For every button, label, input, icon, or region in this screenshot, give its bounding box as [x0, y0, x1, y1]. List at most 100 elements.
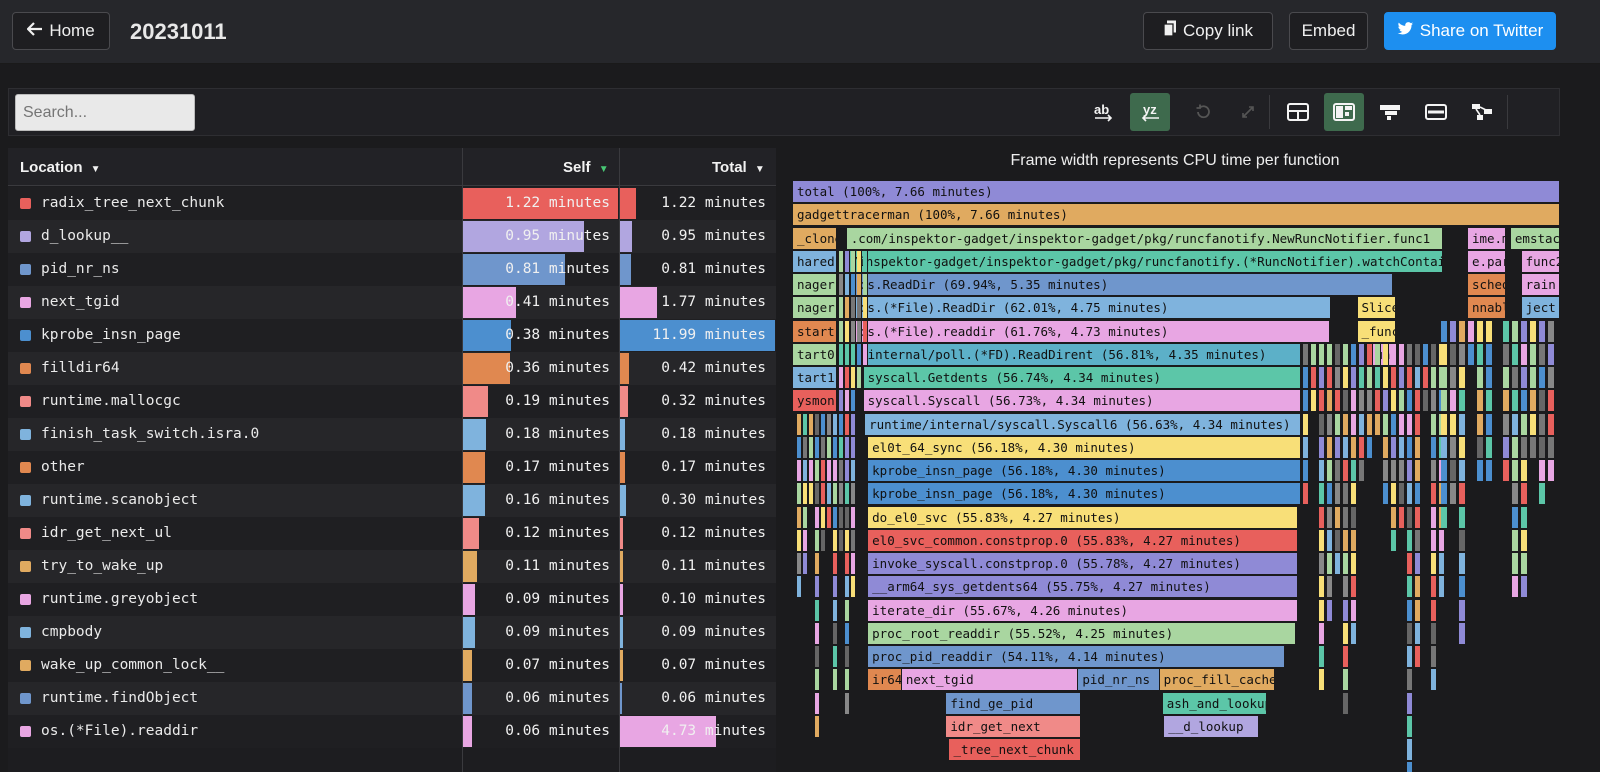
flame-frame-small[interactable] — [803, 506, 808, 529]
flame-frame-small[interactable] — [1512, 367, 1519, 389]
flame-frame-small[interactable] — [1521, 343, 1528, 366]
flame-frame-small[interactable] — [1539, 483, 1546, 506]
flame-frame-small[interactable] — [1343, 646, 1349, 668]
flame-frame-small[interactable] — [1399, 343, 1405, 366]
flame-frame-small[interactable] — [1512, 506, 1519, 529]
flame-frame-small[interactable] — [1319, 413, 1325, 436]
flame-frame-small[interactable] — [1512, 483, 1519, 506]
flame-frame-small[interactable] — [1343, 576, 1349, 599]
flame-frame-small[interactable] — [1319, 622, 1325, 645]
flame-frame-small[interactable] — [809, 483, 814, 506]
flame-frame-small[interactable] — [1319, 367, 1325, 389]
flame-frame-small[interactable] — [1351, 553, 1357, 575]
flame-frame-small[interactable] — [1359, 390, 1365, 413]
flame-frame-small[interactable] — [1503, 367, 1510, 389]
flame-frame-small[interactable] — [1423, 390, 1429, 413]
flame-frame-small[interactable] — [863, 250, 868, 273]
flame-frame-small[interactable] — [1530, 343, 1537, 366]
flame-frame-small[interactable] — [845, 297, 850, 320]
flame-frame-small[interactable] — [1407, 576, 1413, 599]
flame-frame-small[interactable] — [1391, 367, 1397, 389]
flame-frame-small[interactable] — [1548, 390, 1555, 413]
flame-frame[interactable]: ime.mcall — [1467, 227, 1507, 250]
flame-frame-small[interactable] — [1351, 529, 1357, 552]
flame-frame[interactable]: syscall.Syscall (56.73%, 4.34 minutes) — [863, 390, 1301, 413]
flame-frame-small[interactable] — [1459, 483, 1466, 506]
flame-frame-small[interactable] — [1407, 390, 1413, 413]
undo-icon[interactable] — [1183, 93, 1223, 131]
flame-frame-small[interactable] — [1351, 390, 1357, 413]
flame-frame-small[interactable] — [1383, 390, 1389, 413]
flame-frame-small[interactable] — [851, 553, 856, 575]
flame-frame-small[interactable] — [1441, 367, 1448, 389]
flame-frame-small[interactable] — [1431, 622, 1437, 645]
flame-frame-small[interactable] — [1530, 367, 1537, 389]
flame-frame-small[interactable] — [1303, 483, 1309, 506]
flame-frame-small[interactable] — [1477, 320, 1484, 343]
flame-frame[interactable]: kprobe_insn_page (56.18%, 4.30 minutes) — [868, 483, 1301, 506]
flame-frame[interactable]: do_el0_svc (55.83%, 4.27 minutes) — [868, 506, 1298, 529]
flame-frame-small[interactable] — [1521, 413, 1528, 436]
flame-frame-small[interactable] — [851, 250, 856, 273]
flame-frame-small[interactable] — [1512, 529, 1519, 552]
flame-frame[interactable]: el0_svc_common.constprop.0 (55.83%, 4.27… — [868, 529, 1298, 552]
flame-frame-small[interactable] — [1399, 413, 1405, 436]
flame-frame-small[interactable] — [821, 483, 826, 506]
flame-frame-small[interactable] — [857, 274, 862, 296]
flame-frame-small[interactable] — [815, 692, 820, 715]
flame-frame-small[interactable] — [1415, 576, 1421, 599]
flame-frame-small[interactable] — [1343, 553, 1349, 575]
flame-frame-small[interactable] — [851, 529, 856, 552]
flame-frame-small[interactable] — [1415, 622, 1421, 645]
flame-frame-small[interactable] — [1477, 390, 1484, 413]
flame-frame-small[interactable] — [1441, 436, 1448, 459]
flame-frame-small[interactable] — [1303, 390, 1309, 413]
flame-frame-small[interactable] — [1351, 413, 1357, 436]
flame-frame-small[interactable] — [851, 367, 856, 389]
flame-frame-small[interactable] — [1343, 669, 1349, 692]
flame-frame-small[interactable] — [815, 529, 820, 552]
flame-frame-small[interactable] — [1343, 506, 1349, 529]
search-input[interactable] — [15, 94, 195, 131]
flame-frame[interactable]: emstack — [1510, 227, 1560, 250]
flame-frame-small[interactable] — [803, 460, 808, 482]
flame-frame-small[interactable] — [1521, 390, 1528, 413]
flame-frame[interactable]: idr_get_next — [946, 715, 1081, 738]
flame-frame-small[interactable] — [1548, 460, 1555, 482]
flame-frame-small[interactable] — [1459, 413, 1466, 436]
flame-frame-small[interactable] — [1327, 483, 1333, 506]
flame-frame-small[interactable] — [815, 669, 820, 692]
flame-frame-small[interactable] — [1327, 413, 1333, 436]
flame-frame-small[interactable] — [1512, 343, 1519, 366]
table-flamegraph-icon[interactable] — [1324, 93, 1364, 131]
flame-frame-small[interactable] — [845, 343, 850, 366]
flame-frame-small[interactable] — [1367, 413, 1373, 436]
flame-frame-small[interactable] — [1343, 413, 1349, 436]
flame-frame-small[interactable] — [1521, 460, 1528, 482]
flame-frame-small[interactable] — [797, 483, 802, 506]
flame-frame[interactable]: pid_nr_ns — [1078, 669, 1160, 692]
flame-frame-small[interactable] — [839, 413, 844, 436]
flame-frame-small[interactable] — [1431, 390, 1437, 413]
text-right-truncate-icon[interactable]: yz — [1130, 93, 1170, 131]
flame-frame-small[interactable] — [1383, 436, 1389, 459]
flame-frame-small[interactable] — [839, 529, 844, 552]
flame-frame-small[interactable] — [1407, 553, 1413, 575]
flame-frame-small[interactable] — [815, 413, 820, 436]
flame-frame-small[interactable] — [1335, 553, 1341, 575]
flame-frame-small[interactable] — [1431, 367, 1437, 389]
flame-frame-small[interactable] — [863, 274, 868, 296]
flame-frame-small[interactable] — [1459, 622, 1466, 645]
flame-frame-small[interactable] — [1407, 483, 1413, 506]
flame-frame-small[interactable] — [1351, 576, 1357, 599]
flame-frame-small[interactable] — [821, 436, 826, 459]
flame-frame-small[interactable] — [1486, 367, 1493, 389]
flame-frame-small[interactable] — [1391, 460, 1397, 482]
flame-frame-small[interactable] — [1351, 506, 1357, 529]
table-row[interactable]: wake_up_common_lock__ 0.07 minutes 0.07 mi… — [8, 649, 776, 682]
embed-button[interactable]: Embed — [1289, 12, 1368, 50]
text-left-truncate-icon[interactable]: ab — [1084, 93, 1124, 131]
flame-frame-small[interactable] — [797, 529, 802, 552]
flame-frame-small[interactable] — [833, 576, 838, 599]
flame-frame-small[interactable] — [1327, 576, 1333, 599]
